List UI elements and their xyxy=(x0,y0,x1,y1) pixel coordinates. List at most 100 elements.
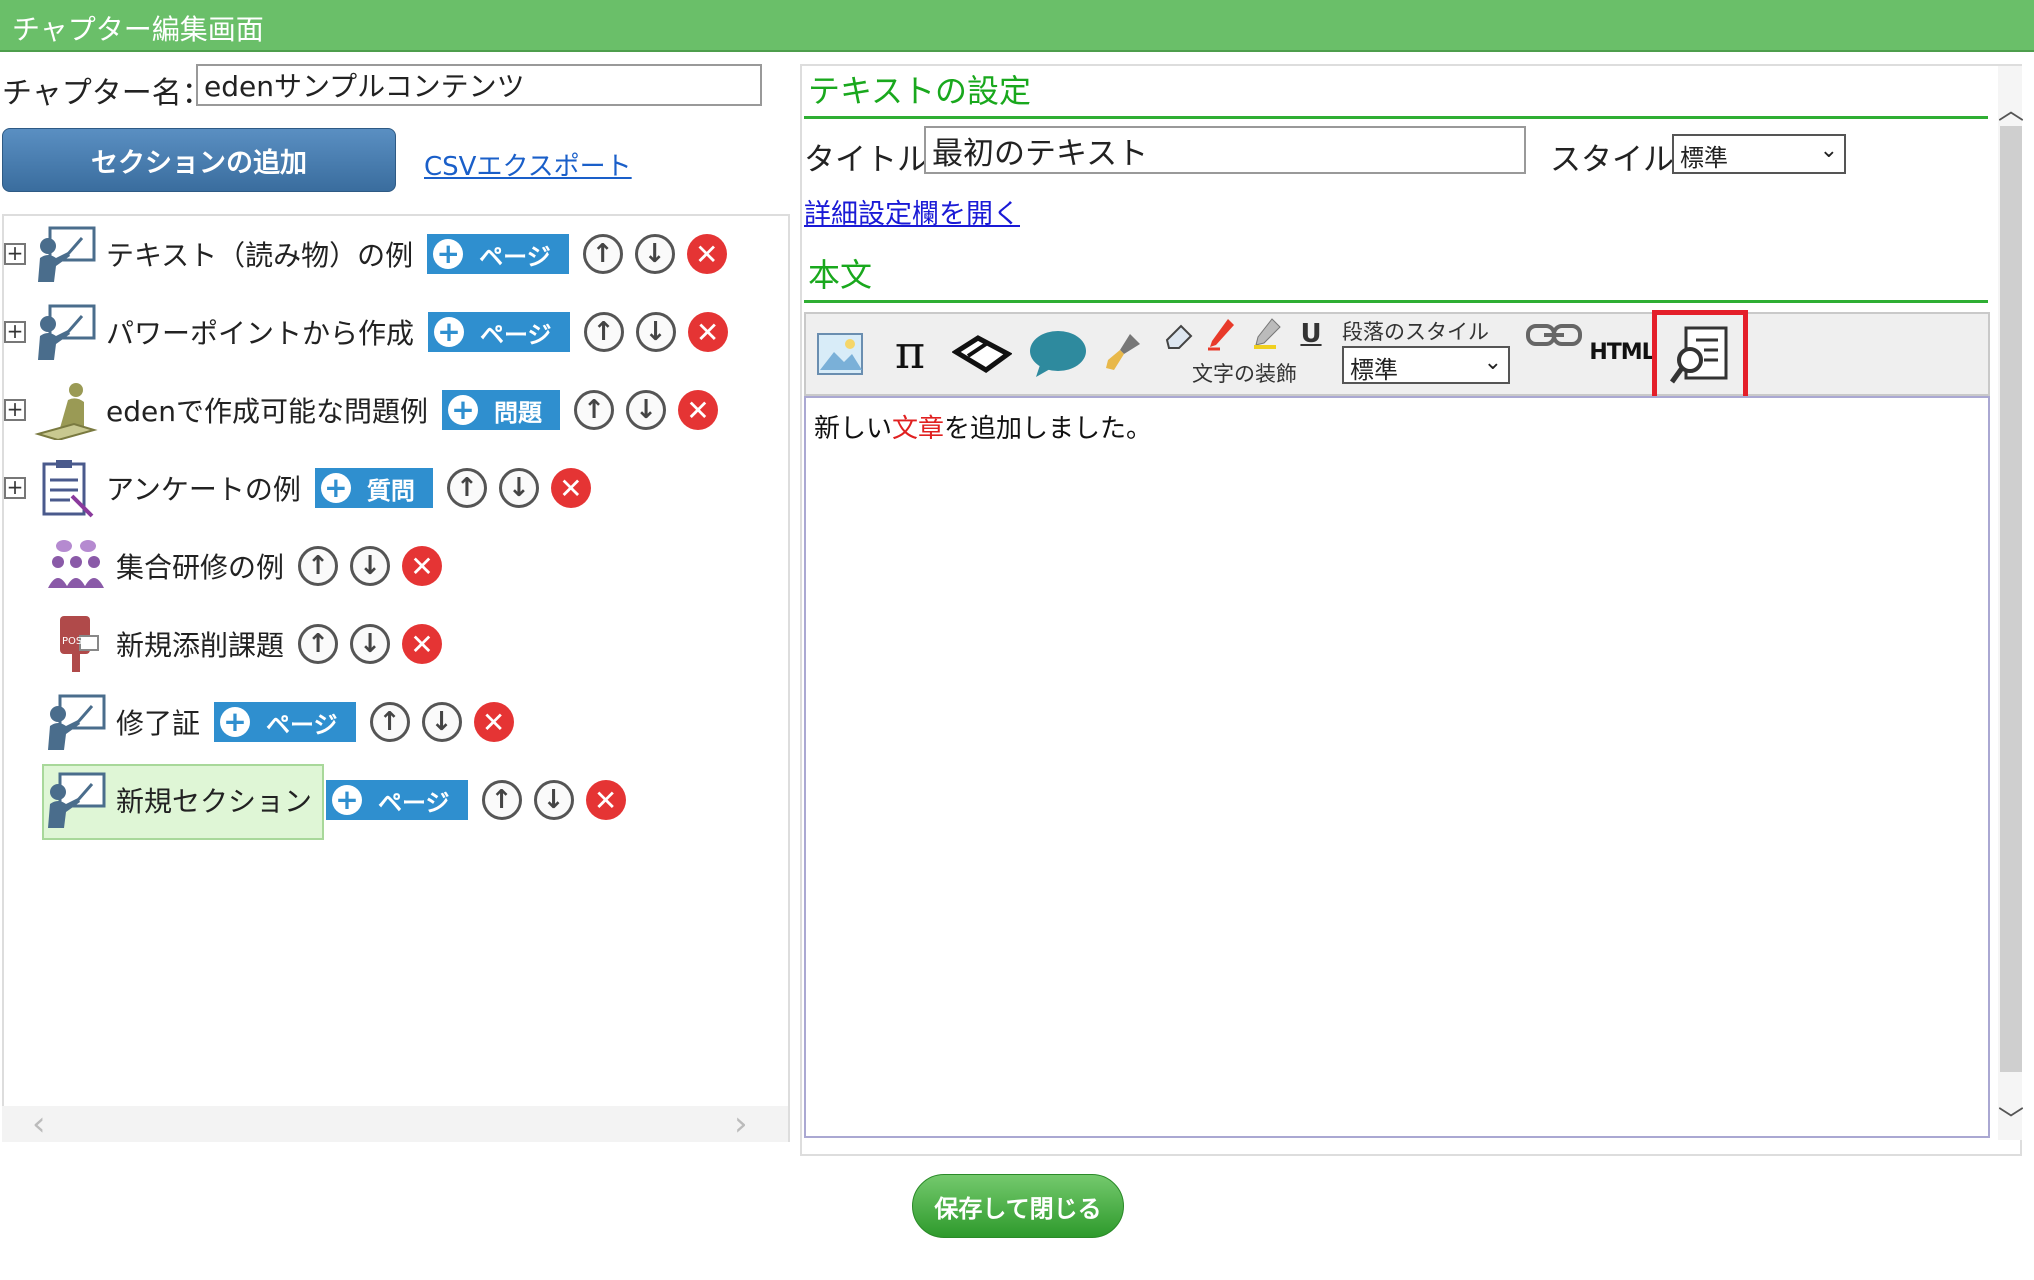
title-input[interactable] xyxy=(924,126,1526,174)
editor-content[interactable]: 新しい文章を追加しました。 xyxy=(814,408,1152,445)
delete-icon[interactable]: ✕ xyxy=(585,780,626,820)
highlight-box xyxy=(1652,310,1748,402)
move-down-icon[interactable]: ↓ xyxy=(350,546,391,586)
svg-text:POST: POST xyxy=(62,636,89,647)
equation-pi-icon[interactable]: π xyxy=(884,322,936,382)
tree-row: + パワーポイントから作成 + ページ ↑ ↓ ✕ xyxy=(4,302,740,362)
tree-row: POST 新規添削課題 ↑ ↓ ✕ xyxy=(44,614,454,674)
section-label[interactable]: 修了証 xyxy=(116,702,200,742)
move-down-icon[interactable]: ↓ xyxy=(533,780,574,820)
move-down-icon[interactable]: ↓ xyxy=(350,624,391,664)
delete-icon[interactable]: ✕ xyxy=(473,702,514,742)
move-up-icon[interactable]: ↑ xyxy=(481,780,522,820)
scroll-down-icon[interactable]: ﹀ xyxy=(1998,1100,2024,1137)
group-training-icon xyxy=(44,536,108,596)
plus-icon: + xyxy=(433,239,464,269)
delete-icon[interactable]: ✕ xyxy=(402,546,443,586)
move-up-icon[interactable]: ↑ xyxy=(573,390,614,430)
horizontal-scrollbar[interactable]: ‹ › xyxy=(2,1106,788,1142)
tree-row: + edenで作成可能な問題例 + 問題 ↑ ↓ ✕ xyxy=(4,380,730,440)
tree-row: + アンケートの例 + 質問 ↑ ↓ ✕ xyxy=(4,458,603,518)
move-down-icon[interactable]: ↓ xyxy=(421,702,462,742)
section-label[interactable]: パワーポイントから作成 xyxy=(106,312,414,352)
style-select[interactable]: 標準 ⌄ xyxy=(1672,134,1846,174)
presenter-icon xyxy=(44,692,108,752)
scroll-up-icon[interactable]: ︿ xyxy=(1998,90,2024,127)
section-label[interactable]: edenで作成可能な問題例 xyxy=(106,390,428,430)
insert-image-icon[interactable] xyxy=(814,328,866,380)
expand-toggle-icon[interactable]: + xyxy=(4,321,26,343)
delete-icon[interactable]: ✕ xyxy=(677,390,718,430)
title-label: タイトル: xyxy=(804,142,939,178)
csv-export-link[interactable]: CSVエクスポート xyxy=(424,146,632,183)
editor-text-before: 新しい xyxy=(814,414,893,444)
plus-icon: + xyxy=(320,473,351,503)
clipboard-icon xyxy=(34,458,98,518)
chapter-name-input[interactable] xyxy=(196,64,762,106)
add-button-label: 問題 xyxy=(493,398,542,427)
scrollbar-thumb[interactable] xyxy=(2000,126,2022,1072)
presenter-icon xyxy=(34,302,98,362)
eraser-icon[interactable] xyxy=(1162,318,1196,352)
add-page-button[interactable]: + ページ xyxy=(214,702,356,742)
paragraph-style-select[interactable]: 標準 ⌄ xyxy=(1342,346,1510,384)
add-page-button[interactable]: + ページ xyxy=(428,312,570,352)
html-source-icon[interactable]: HTML xyxy=(1589,334,1655,370)
plus-icon: + xyxy=(447,395,478,425)
expand-toggle-icon[interactable]: + xyxy=(4,477,26,499)
move-up-icon[interactable]: ↑ xyxy=(583,312,624,352)
expand-toggle-icon[interactable]: + xyxy=(4,399,26,421)
add-button-label: ページ xyxy=(479,242,551,271)
chapter-name-label: チャプター名： xyxy=(2,76,212,111)
plus-icon: + xyxy=(332,785,363,815)
move-down-icon[interactable]: ↓ xyxy=(498,468,539,508)
scroll-right-icon[interactable]: › xyxy=(734,1106,748,1142)
section-label[interactable]: 新規添削課題 xyxy=(116,624,284,664)
editor-text-after: を追加しました。 xyxy=(944,414,1153,444)
move-up-icon[interactable]: ↑ xyxy=(298,624,339,664)
highlighter-icon[interactable] xyxy=(1250,316,1284,352)
title-bar: チャプター編集画面 xyxy=(0,0,2034,52)
delete-icon[interactable]: ✕ xyxy=(686,234,727,274)
save-and-close-button[interactable]: 保存して閉じる xyxy=(912,1174,1124,1238)
text-decoration-label: 文字の装飾 xyxy=(1192,362,1297,386)
add-button-label: ページ xyxy=(378,788,450,817)
delete-icon[interactable]: ✕ xyxy=(687,312,728,352)
format-brush-icon[interactable] xyxy=(1102,326,1146,378)
style-label: スタイル: xyxy=(1550,142,1685,178)
add-section-button[interactable]: セクションの追加 xyxy=(2,128,396,192)
vertical-scrollbar[interactable]: ︿ ﹀ xyxy=(1998,66,2024,1140)
link-icon[interactable] xyxy=(1526,320,1582,350)
scroll-left-icon[interactable]: ‹ xyxy=(32,1106,46,1142)
open-advanced-settings-link[interactable]: 詳細設定欄を開く xyxy=(804,192,1020,231)
move-up-icon[interactable]: ↑ xyxy=(298,546,339,586)
section-label[interactable]: アンケートの例 xyxy=(106,468,301,508)
move-down-icon[interactable]: ↓ xyxy=(625,390,666,430)
tree-row: + テキスト（読み物）の例 + ページ ↑ ↓ ✕ xyxy=(4,224,739,284)
move-up-icon[interactable]: ↑ xyxy=(446,468,487,508)
move-up-icon[interactable]: ↑ xyxy=(369,702,410,742)
section-label[interactable]: テキスト（読み物）の例 xyxy=(106,234,413,274)
section-label[interactable]: 新規セクション xyxy=(116,780,312,820)
presenter-icon xyxy=(44,770,108,830)
add-page-button[interactable]: + ページ xyxy=(427,234,569,274)
tree-row-selected: 新規セクション + ページ ↑ ↓ ✕ xyxy=(44,770,638,830)
add-survey-question-button[interactable]: + 質問 xyxy=(314,468,433,508)
red-pen-icon[interactable] xyxy=(1204,316,1238,352)
add-question-button[interactable]: + 問題 xyxy=(441,390,560,430)
delete-icon[interactable]: ✕ xyxy=(402,624,443,664)
expand-toggle-icon[interactable]: + xyxy=(4,243,26,265)
delete-icon[interactable]: ✕ xyxy=(550,468,591,508)
section-label[interactable]: 集合研修の例 xyxy=(116,546,284,586)
body-editor[interactable] xyxy=(804,396,1990,1138)
tree-row: 集合研修の例 ↑ ↓ ✕ xyxy=(44,536,454,596)
shape-icon[interactable] xyxy=(952,326,1012,382)
body-heading: 本文 xyxy=(808,256,873,294)
move-down-icon[interactable]: ↓ xyxy=(635,312,676,352)
speech-bubble-icon[interactable] xyxy=(1028,326,1088,382)
add-page-button[interactable]: + ページ xyxy=(326,780,468,820)
add-button-label: 質問 xyxy=(366,476,415,505)
move-down-icon[interactable]: ↓ xyxy=(634,234,675,274)
move-up-icon[interactable]: ↑ xyxy=(582,234,623,274)
underline-icon[interactable]: U xyxy=(1296,316,1326,352)
